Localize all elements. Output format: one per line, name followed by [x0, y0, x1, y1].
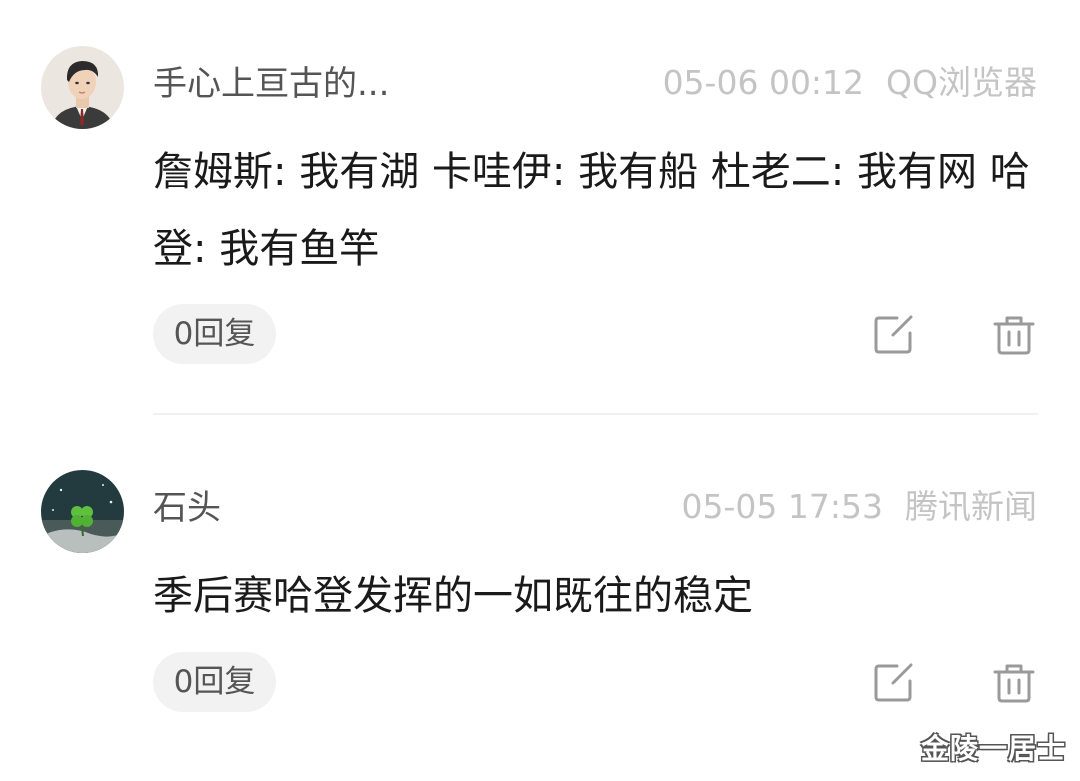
timestamp: 05-05 17:53	[681, 487, 883, 526]
comment-meta: 05-05 17:53 腾讯新闻	[682, 480, 1037, 528]
edit-icon[interactable]	[873, 662, 915, 704]
trash-icon[interactable]	[993, 662, 1035, 704]
username[interactable]: 石头	[153, 480, 221, 529]
avatar[interactable]	[41, 470, 124, 553]
comment-item: 石头 05-05 17:53 腾讯新闻 季后赛哈登发挥的一如既往的稳定 0回复	[0, 0, 1080, 781]
comment-text: 季后赛哈登发挥的一如既往的稳定	[153, 573, 753, 619]
source-label: 腾讯新闻	[905, 487, 1037, 526]
comment-list-page: 手心上亘古的... 05-06 00:12 QQ浏览器 詹姆斯: 我有湖 卡哇伊:…	[0, 0, 1080, 781]
reply-button[interactable]: 0回复	[153, 652, 276, 712]
watermark: 金陵一居士	[920, 732, 1066, 765]
